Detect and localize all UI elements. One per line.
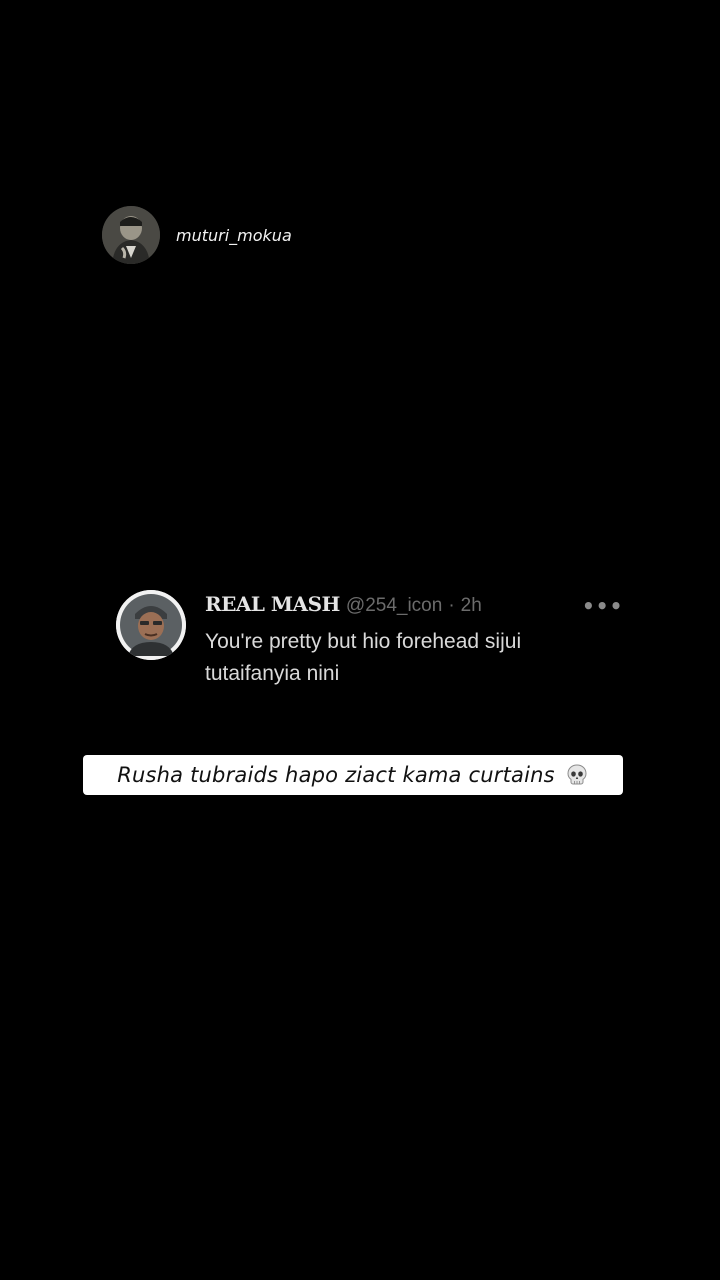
more-dots-icon[interactable]: ••• (582, 594, 623, 618)
caption-text: Rusha tubraids hapo ziact kama curtains (117, 763, 555, 787)
caption-overlay: Rusha tubraids hapo ziact kama curtains (83, 755, 623, 795)
skull-icon (565, 763, 589, 787)
creator-username[interactable]: muturi_mokua (176, 226, 292, 245)
tweet-body: You're pretty but hio forehead sijui tut… (205, 630, 522, 685)
tweet-header: REAL MASH @254_icon · 2h (205, 592, 482, 617)
tweet-timestamp: 2h (460, 595, 482, 616)
embedded-tweet: REAL MASH @254_icon · 2h ••• You're pret… (116, 588, 622, 688)
tweet-display-name[interactable]: REAL MASH (205, 592, 340, 616)
creator-header: muturi_mokua (102, 206, 292, 264)
tweet-handle[interactable]: @254_icon (346, 595, 442, 617)
tweet-separator: · (448, 595, 455, 616)
creator-avatar[interactable] (102, 206, 160, 264)
tweet-avatar[interactable] (116, 590, 186, 660)
